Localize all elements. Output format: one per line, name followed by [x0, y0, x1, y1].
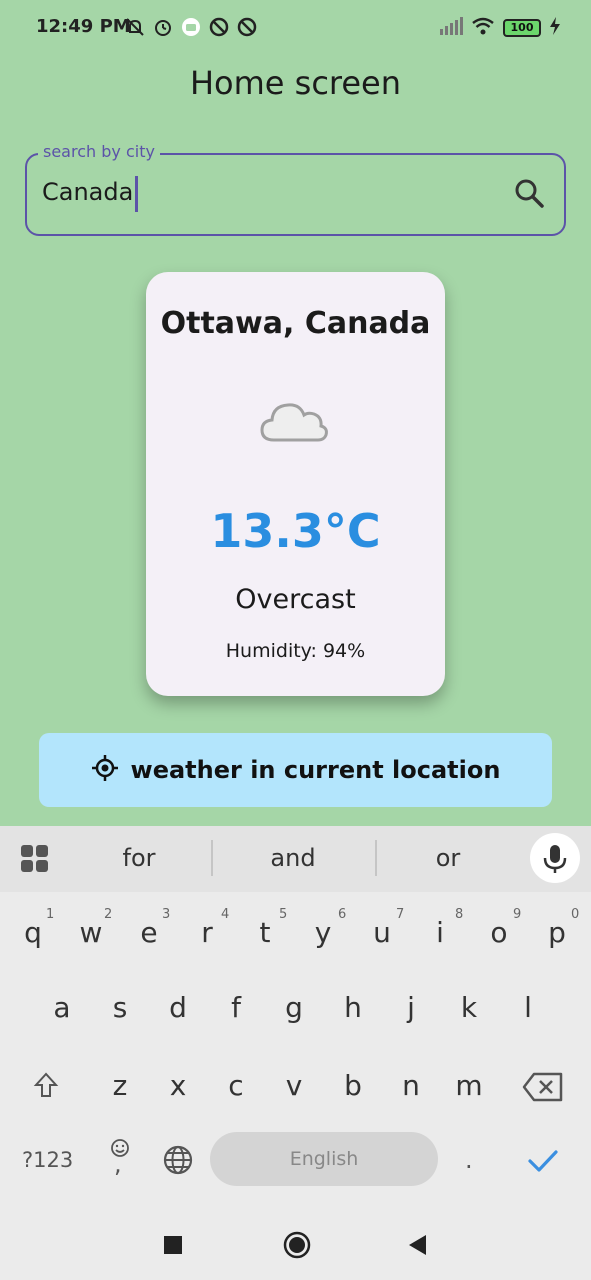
- recents-icon[interactable]: [160, 1232, 186, 1258]
- comma-key[interactable]: ,: [114, 1150, 122, 1178]
- suggestion-bar: for and or: [0, 826, 591, 892]
- enter-check-icon[interactable]: [527, 1144, 559, 1180]
- key-m[interactable]: m: [444, 1069, 494, 1102]
- key-d[interactable]: d: [153, 991, 203, 1024]
- microphone-icon[interactable]: [530, 833, 580, 883]
- suggestion-item[interactable]: and: [233, 844, 353, 872]
- gps-target-icon: [91, 754, 119, 786]
- key-f[interactable]: f: [211, 991, 261, 1024]
- key-hint: 2: [104, 907, 113, 922]
- suggestion-item[interactable]: or: [388, 844, 508, 872]
- notification-icons: [124, 16, 258, 38]
- search-input-value[interactable]: Canada: [42, 178, 133, 206]
- current-location-label: weather in current location: [130, 756, 501, 784]
- space-key[interactable]: English: [210, 1132, 438, 1186]
- key-g[interactable]: g: [269, 991, 319, 1024]
- period-key[interactable]: .: [465, 1146, 473, 1174]
- key-a[interactable]: a: [37, 991, 87, 1024]
- shift-icon[interactable]: [32, 1071, 60, 1103]
- key-n[interactable]: n: [386, 1069, 436, 1102]
- navigation-bar: [0, 1210, 591, 1280]
- key-hint: 5: [279, 907, 288, 922]
- divider: [375, 840, 377, 876]
- key-z[interactable]: z: [95, 1069, 145, 1102]
- key-hint: 0: [571, 907, 580, 922]
- backspace-icon[interactable]: [522, 1072, 564, 1106]
- cloud-icon: [258, 396, 330, 446]
- key-hint: 6: [338, 907, 347, 922]
- divider: [211, 840, 213, 876]
- signal-icon: [439, 16, 463, 40]
- weather-condition: Overcast: [235, 584, 356, 615]
- key-v[interactable]: v: [269, 1069, 319, 1102]
- key-hint: 3: [162, 907, 171, 922]
- alarm-icon: [152, 16, 174, 38]
- status-time: 12:49 PM: [36, 16, 131, 37]
- key-b[interactable]: b: [328, 1069, 378, 1102]
- app-notification-icon: [236, 16, 258, 38]
- key-h[interactable]: h: [328, 991, 378, 1024]
- suggestion-item[interactable]: for: [79, 844, 199, 872]
- wifi-icon: [471, 16, 495, 40]
- battery-indicator: 100: [503, 19, 541, 37]
- key-j[interactable]: j: [386, 991, 436, 1024]
- key-hint: 8: [455, 907, 464, 922]
- key-c[interactable]: c: [211, 1069, 261, 1102]
- status-bar: 12:49 PM 100: [0, 0, 591, 56]
- screen-record-icon: [180, 16, 202, 38]
- keyboard-menu-icon[interactable]: [20, 844, 50, 874]
- key-hint: 4: [221, 907, 230, 922]
- system-icons: 100: [439, 16, 561, 40]
- key-s[interactable]: s: [95, 991, 145, 1024]
- temperature: 13.3°C: [210, 504, 381, 558]
- symbols-key[interactable]: ?123: [22, 1148, 73, 1172]
- city-name: Ottawa, Canada: [160, 306, 431, 341]
- soft-keyboard: for and or q w e r t y u i o p 1 2 3 4 5…: [0, 826, 591, 1210]
- charging-icon: [549, 16, 561, 40]
- key-l[interactable]: l: [503, 991, 553, 1024]
- home-icon[interactable]: [282, 1230, 312, 1260]
- key-k[interactable]: k: [444, 991, 494, 1024]
- key-hint: 7: [396, 907, 405, 922]
- key-x[interactable]: x: [153, 1069, 203, 1102]
- back-icon[interactable]: [405, 1232, 431, 1258]
- current-location-button[interactable]: weather in current location: [39, 733, 552, 807]
- search-label: search by city: [38, 142, 160, 161]
- app-notification-icon: [208, 16, 230, 38]
- text-cursor: [135, 176, 138, 212]
- key-hint: 1: [46, 907, 55, 922]
- mute-bell-icon: [124, 16, 146, 38]
- key-hint: 9: [513, 907, 522, 922]
- humidity: Humidity: 94%: [225, 640, 366, 662]
- search-icon[interactable]: [512, 176, 546, 210]
- globe-icon[interactable]: [162, 1144, 194, 1180]
- page-title: Home screen: [189, 64, 402, 102]
- weather-card: Ottawa, Canada 13.3°C Overcast Humidity:…: [146, 272, 445, 696]
